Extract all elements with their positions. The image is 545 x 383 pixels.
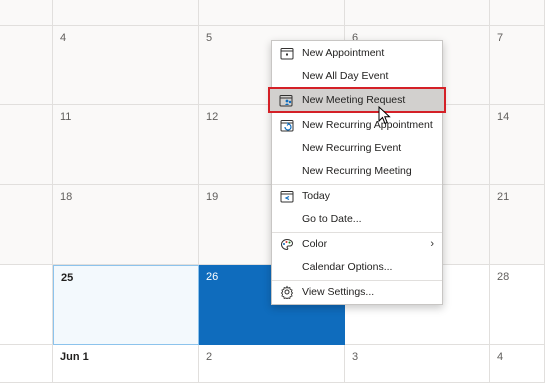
menu-item-view-settings[interactable]: View Settings... <box>272 281 442 303</box>
menu-item-new-recurring-meeting[interactable]: New Recurring Meeting <box>272 160 442 182</box>
calendar-day-cell[interactable] <box>0 26 53 105</box>
menu-item-new-recurring-event[interactable]: New Recurring Event <box>272 137 442 159</box>
menu-item-label: Color <box>302 238 328 250</box>
calendar-day-cell[interactable] <box>199 0 345 26</box>
menu-item-label: New All Day Event <box>302 70 389 82</box>
calendar-day-cell[interactable]: 21 <box>490 185 545 265</box>
calendar-day-cell[interactable] <box>345 0 490 26</box>
calendar-day-cell[interactable]: 4 <box>490 345 545 383</box>
menu-item-color[interactable]: Color › <box>272 233 442 255</box>
calendar-day-cell[interactable]: 18 <box>53 185 199 265</box>
meeting-request-icon <box>270 94 302 107</box>
menu-item-new-appointment[interactable]: New Appointment <box>272 42 442 64</box>
mouse-cursor-icon <box>378 106 391 125</box>
context-menu: New Appointment New All Day Event New Me… <box>268 40 446 305</box>
calendar-day-cell[interactable]: 2 <box>199 345 345 383</box>
calendar-day-cell[interactable]: 11 <box>53 105 199 185</box>
calendar-day-cell[interactable] <box>490 0 545 26</box>
menu-item-go-to-date[interactable]: Go to Date... <box>272 208 442 230</box>
menu-item-label: View Settings... <box>302 286 375 298</box>
menu-item-label: New Recurring Meeting <box>302 165 412 177</box>
day-number: 12 <box>206 111 219 123</box>
menu-item-today[interactable]: Today <box>272 185 442 207</box>
calendar-day-cell[interactable] <box>0 345 53 383</box>
calendar-day-cell[interactable]: 4 <box>53 26 199 105</box>
day-number: 11 <box>60 111 72 123</box>
menu-item-new-all-day-event[interactable]: New All Day Event <box>272 65 442 87</box>
calendar-day-cell-today[interactable]: 25 <box>53 265 199 345</box>
day-number: 7 <box>497 32 504 44</box>
today-calendar-icon <box>272 190 302 203</box>
day-number: 25 <box>61 272 74 284</box>
day-number: 14 <box>497 111 510 123</box>
chevron-right-icon: › <box>430 238 434 250</box>
menu-item-label: Today <box>302 190 331 202</box>
menu-item-label: New Recurring Event <box>302 142 402 154</box>
calendar-day-cell[interactable]: 7 <box>490 26 545 105</box>
calendar-day-cell[interactable] <box>0 265 53 345</box>
calendar-day-cell[interactable]: 28 <box>490 265 545 345</box>
day-number: 26 <box>206 271 219 283</box>
menu-item-new-meeting-request[interactable]: New Meeting Request <box>268 87 446 113</box>
day-number: 28 <box>497 271 510 283</box>
calendar-day-cell[interactable] <box>0 0 53 26</box>
day-number: 4 <box>497 351 504 363</box>
menu-item-label: New Recurring Appointment <box>302 119 433 131</box>
menu-item-new-recurring-appointment[interactable]: New Recurring Appointment <box>272 114 442 136</box>
calendar-day-cell[interactable]: Jun 1 <box>53 345 199 383</box>
day-number: 4 <box>60 32 67 44</box>
calendar-day-cell[interactable]: 3 <box>345 345 490 383</box>
day-number: 19 <box>206 191 219 203</box>
gear-icon <box>272 285 302 299</box>
menu-item-label: New Meeting Request <box>302 94 406 106</box>
calendar-appointment-icon <box>272 47 302 60</box>
menu-item-label: New Appointment <box>302 47 385 59</box>
calendar-day-cell[interactable] <box>53 0 199 26</box>
day-number: 5 <box>206 32 213 44</box>
day-number: Jun 1 <box>60 351 89 363</box>
day-number: 21 <box>497 191 510 203</box>
menu-item-label: Go to Date... <box>302 213 362 225</box>
menu-item-calendar-options[interactable]: Calendar Options... <box>272 256 442 278</box>
color-palette-icon <box>272 238 302 251</box>
calendar-day-cell[interactable] <box>0 185 53 265</box>
calendar-day-cell[interactable]: 14 <box>490 105 545 185</box>
recurring-appointment-icon <box>272 119 302 132</box>
day-number: 2 <box>206 351 213 363</box>
menu-item-label: Calendar Options... <box>302 261 393 273</box>
calendar-day-cell[interactable] <box>0 105 53 185</box>
day-number: 3 <box>352 351 359 363</box>
day-number: 18 <box>60 191 73 203</box>
